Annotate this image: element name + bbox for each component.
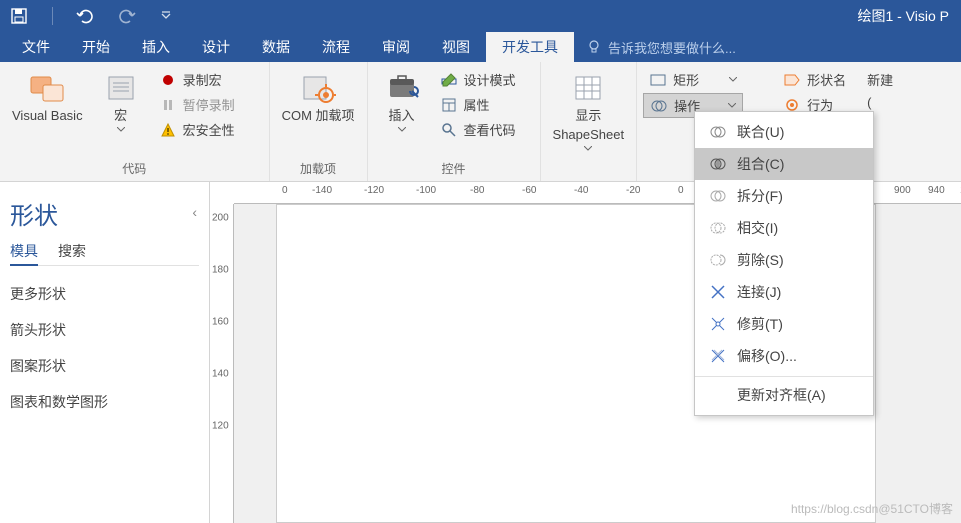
group-code-label: 代码 xyxy=(6,160,263,179)
quick-access-toolbar xyxy=(8,5,177,27)
operations-dropdown: 联合(U) 组合(C) 拆分(F) 相交(I) 剪除(S) 连接(J) 修剪(T… xyxy=(694,111,874,416)
more-shapes-item[interactable]: 更多形状 xyxy=(10,276,199,312)
save-button[interactable] xyxy=(8,5,30,27)
redo-button[interactable] xyxy=(115,5,137,27)
record-macro-button[interactable]: 录制宏 xyxy=(153,68,263,91)
tab-insert[interactable]: 插入 xyxy=(126,32,186,62)
dd-combine[interactable]: 组合(C) xyxy=(695,148,873,180)
title-bar: 绘图1 - Visio P xyxy=(0,0,961,32)
macros-icon xyxy=(101,70,141,106)
tab-process[interactable]: 流程 xyxy=(306,32,366,62)
tab-review[interactable]: 审阅 xyxy=(366,32,426,62)
intersect-icon xyxy=(709,219,727,237)
visual-basic-icon xyxy=(27,70,67,106)
chevron-down-icon xyxy=(728,103,736,108)
shapes-pane: 形状 ‹ 模具 搜索 更多形状 箭头形状 图案形状 图表和数学图形 xyxy=(0,182,210,523)
rectangle-tool-button[interactable]: 矩形 xyxy=(643,68,743,91)
show-shapesheet-button[interactable]: 显示 ShapeSheet xyxy=(547,66,631,155)
union-icon xyxy=(709,123,727,141)
visual-basic-button[interactable]: Visual Basic xyxy=(6,66,89,129)
com-addins-icon xyxy=(298,70,338,106)
properties-button[interactable]: 属性 xyxy=(434,93,534,116)
offset-icon xyxy=(709,347,727,365)
shapes-title: 形状 xyxy=(10,190,199,241)
shape-tab-stencils[interactable]: 模具 xyxy=(10,241,38,266)
ribbon: Visual Basic 宏 录制宏 暂停录制 xyxy=(0,62,961,182)
fragment-icon xyxy=(709,187,727,205)
dd-trim[interactable]: 修剪(T) xyxy=(695,308,873,340)
dd-fragment[interactable]: 拆分(F) xyxy=(695,180,873,212)
qat-customize[interactable] xyxy=(155,5,177,27)
macro-security-button[interactable]: 宏安全性 xyxy=(153,118,263,141)
chevron-down-icon xyxy=(117,127,125,132)
dd-intersect[interactable]: 相交(I) xyxy=(695,212,873,244)
com-addins-button[interactable]: COM 加载项 xyxy=(276,66,361,129)
qat-separator xyxy=(52,7,53,25)
tab-developer[interactable]: 开发工具 xyxy=(486,32,574,62)
properties-icon xyxy=(440,96,458,114)
paren-button: ( xyxy=(861,93,899,112)
view-code-icon xyxy=(440,121,458,139)
group-controls-label: 控件 xyxy=(374,160,534,179)
group-controls: 插入 设计模式 属性 查看代码 控件 xyxy=(368,62,541,181)
undo-button[interactable] xyxy=(75,5,97,27)
shape-name-button[interactable]: 形状名 xyxy=(777,68,857,91)
toolbox-icon xyxy=(382,70,422,106)
tab-view[interactable]: 视图 xyxy=(426,32,486,62)
ruler-pencil-icon xyxy=(440,71,458,89)
tag-icon xyxy=(783,71,801,89)
group-addins-label: 加载项 xyxy=(276,160,361,179)
record-icon xyxy=(159,71,177,89)
pause-recording-button[interactable]: 暂停录制 xyxy=(153,93,263,116)
warning-icon xyxy=(159,121,177,139)
shapes-tabs: 模具 搜索 xyxy=(10,241,199,266)
shape-tab-search[interactable]: 搜索 xyxy=(58,241,86,261)
lightbulb-icon xyxy=(586,39,602,55)
tell-me-placeholder: 告诉我您想要做什么... xyxy=(608,38,736,57)
arrow-shapes-item[interactable]: 箭头形状 xyxy=(10,312,199,348)
chart-math-item[interactable]: 图表和数学图形 xyxy=(10,384,199,420)
tab-data[interactable]: 数据 xyxy=(246,32,306,62)
ruler-vertical[interactable]: 200 180 160 140 120 xyxy=(210,204,234,523)
window-title: 绘图1 - Visio P xyxy=(177,6,953,26)
tell-me-search[interactable]: 告诉我您想要做什么... xyxy=(574,32,748,62)
chevron-down-icon xyxy=(398,127,406,132)
operations-icon xyxy=(650,97,668,115)
tab-design[interactable]: 设计 xyxy=(186,32,246,62)
dd-union[interactable]: 联合(U) xyxy=(695,116,873,148)
shapesheet-icon xyxy=(568,70,608,106)
pattern-shapes-item[interactable]: 图案形状 xyxy=(10,348,199,384)
tab-file[interactable]: 文件 xyxy=(6,32,66,62)
subtract-icon xyxy=(709,251,727,269)
dd-update-align[interactable]: 更新对齐框(A) xyxy=(695,376,873,411)
group-addins: COM 加载项 加载项 xyxy=(270,62,368,181)
watermark: https://blog.csdn@51CTO博客 xyxy=(791,500,953,517)
new-button[interactable]: 新建 xyxy=(861,68,899,91)
rectangle-icon xyxy=(649,71,667,89)
pause-icon xyxy=(159,96,177,114)
group-shapesheet: 显示 ShapeSheet xyxy=(541,62,638,181)
design-mode-button[interactable]: 设计模式 xyxy=(434,68,534,91)
group-code: Visual Basic 宏 录制宏 暂停录制 xyxy=(0,62,270,181)
chevron-down-icon xyxy=(729,77,737,82)
dd-join[interactable]: 连接(J) xyxy=(695,276,873,308)
macros-button[interactable]: 宏 xyxy=(93,66,149,136)
ribbon-tabs: 文件 开始 插入 设计 数据 流程 审阅 视图 开发工具 告诉我您想要做什么..… xyxy=(0,32,961,62)
insert-control-button[interactable]: 插入 xyxy=(374,66,430,136)
chevron-down-icon xyxy=(584,146,592,151)
combine-icon xyxy=(709,155,727,173)
tab-home[interactable]: 开始 xyxy=(66,32,126,62)
trim-icon xyxy=(709,315,727,333)
dd-subtract[interactable]: 剪除(S) xyxy=(695,244,873,276)
join-icon xyxy=(709,283,727,301)
collapse-pane-button[interactable]: ‹ xyxy=(192,204,197,220)
view-code-button[interactable]: 查看代码 xyxy=(434,118,534,141)
dd-offset[interactable]: 偏移(O)... xyxy=(695,340,873,372)
